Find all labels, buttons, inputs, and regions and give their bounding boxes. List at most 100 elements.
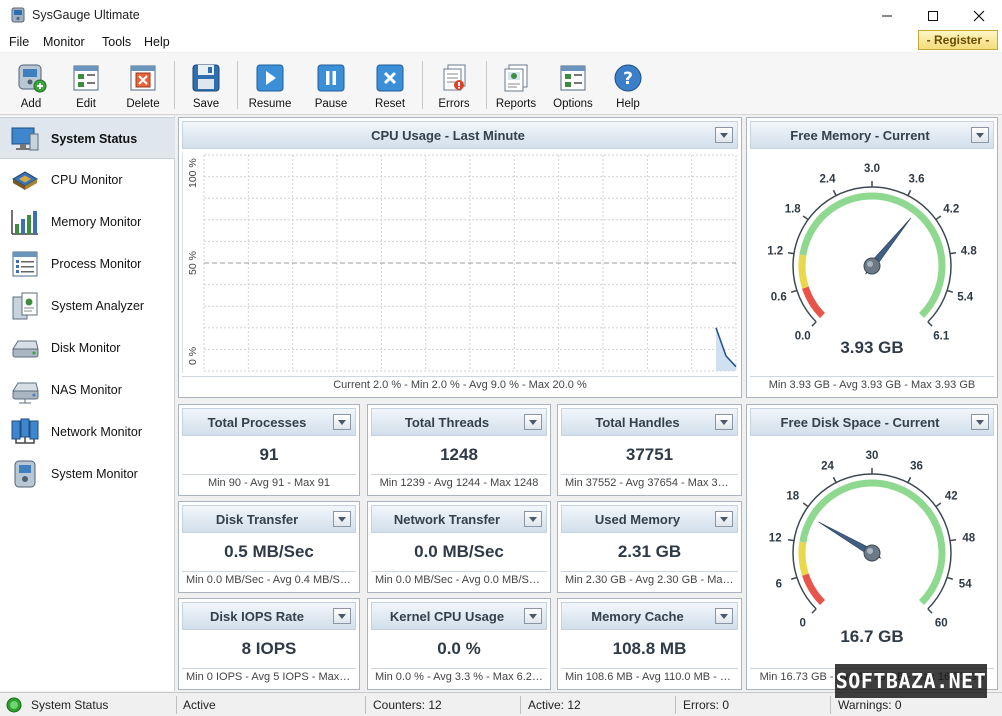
metric-dropdown[interactable] — [524, 511, 542, 527]
window-title: SysGauge Ultimate — [32, 8, 140, 22]
sidebar-item-network-monitor[interactable]: Network Monitor — [0, 411, 175, 453]
metric-footer: Min 1239 - Avg 1244 - Max 1248 — [371, 474, 547, 492]
reset-icon — [376, 64, 404, 92]
free-disk-title: Free Disk Space - Current — [780, 415, 940, 430]
sidebar-item-disk-monitor[interactable]: Disk Monitor — [0, 327, 175, 369]
metric-header: Total Threads — [371, 408, 547, 436]
metric-dropdown[interactable] — [333, 414, 351, 430]
gauge-tick-label: 5.4 — [957, 291, 974, 303]
gauge-tick-label: 12 — [769, 533, 782, 545]
edit-button[interactable]: Edit — [58, 57, 114, 113]
menu-file[interactable]: File — [9, 35, 29, 49]
errors-button[interactable]: Errors — [426, 57, 482, 113]
gauge-outer-arc — [792, 473, 952, 610]
metric-tile: Used Memory 2.31 GB Min 2.30 GB - Avg 2.… — [557, 501, 742, 593]
menu-monitor[interactable]: Monitor — [43, 35, 85, 49]
metric-dropdown[interactable] — [524, 608, 542, 624]
save-icon — [192, 64, 220, 92]
metric-dropdown[interactable] — [715, 608, 733, 624]
gauge-tick — [790, 576, 798, 580]
monitor-icon — [11, 127, 39, 151]
maximize-button[interactable] — [910, 0, 956, 32]
help-icon: ? — [614, 64, 642, 92]
pause-icon — [317, 64, 345, 92]
sidebar-item-system-status[interactable]: System Status — [0, 117, 175, 159]
save-button[interactable]: Save — [178, 57, 234, 113]
metric-dropdown[interactable] — [333, 511, 351, 527]
metric-dropdown[interactable] — [524, 414, 542, 430]
metric-dropdown[interactable] — [333, 608, 351, 624]
free-disk-dropdown[interactable] — [971, 414, 989, 430]
free-disk-header: Free Disk Space - Current — [750, 408, 994, 436]
add-button[interactable]: Add — [3, 57, 59, 113]
toolbar-separator — [237, 61, 238, 109]
free-memory-header: Free Memory - Current — [750, 121, 994, 149]
minimize-button[interactable] — [864, 0, 910, 32]
close-icon — [973, 10, 985, 22]
resume-button[interactable]: Resume — [242, 57, 298, 113]
status-errors: Errors: 0 — [683, 698, 730, 712]
sidebar: System Status CPU Monitor Memory Monitor… — [0, 116, 175, 691]
gauge-tick-label: 4.2 — [943, 203, 959, 215]
metric-value: 0.0 MB/Sec — [414, 542, 504, 561]
gauge-tick — [927, 608, 933, 614]
metric-tile: Network Transfer 0.0 MB/Sec Min 0.0 MB/S… — [367, 501, 551, 593]
sidebar-item-process-monitor[interactable]: Process Monitor — [0, 243, 175, 285]
sidebar-item-label: Process Monitor — [51, 257, 142, 271]
status-active: Active: 12 — [528, 698, 581, 712]
watermark: SOFTBAZA.NET — [835, 664, 987, 698]
toolbar-separator — [174, 61, 175, 109]
register-button[interactable]: - Register - — [918, 30, 998, 50]
metric-value: 0.5 MB/Sec — [224, 542, 314, 561]
reports-button[interactable]: Reports — [488, 57, 544, 113]
status-separator — [365, 696, 366, 714]
gauge-tick — [802, 215, 809, 221]
menu-tools[interactable]: Tools — [102, 35, 131, 49]
title-bar: SysGauge Ultimate — [0, 0, 1002, 32]
delete-button[interactable]: Delete — [115, 57, 171, 113]
sidebar-item-label: System Status — [51, 132, 138, 146]
reset-button[interactable]: Reset — [362, 57, 418, 113]
sidebar-item-system-monitor[interactable]: System Monitor — [0, 453, 175, 495]
help-button[interactable]: ? Help — [600, 57, 656, 113]
sidebar-item-label: Network Monitor — [51, 425, 142, 439]
gauge-tick — [811, 321, 817, 327]
sidebar-item-cpu-monitor[interactable]: CPU Monitor — [0, 159, 175, 201]
free-memory-dropdown[interactable] — [971, 127, 989, 143]
toolbar: Add Edit Delete Save Resume Pause Reset … — [0, 53, 1002, 115]
gauge-tick — [949, 251, 957, 255]
y-tick-label: 100 % — [187, 158, 199, 188]
status-separator — [675, 696, 676, 714]
metric-header: Kernel CPU Usage — [371, 602, 547, 630]
status-separator — [176, 696, 177, 714]
metric-value: 0.0 % — [437, 639, 481, 658]
metric-footer: Min 0.0 MB/Sec - Avg 0.4 MB/Sec - Max 2.… — [182, 571, 356, 589]
sidebar-item-memory-monitor[interactable]: Memory Monitor — [0, 201, 175, 243]
metric-header: Memory Cache — [561, 602, 738, 630]
metric-title: Disk IOPS Rate — [210, 609, 304, 624]
sidebar-item-system-analyzer[interactable]: System Analyzer — [0, 285, 175, 327]
gauge-tick — [935, 502, 942, 508]
sidebar-item-nas-monitor[interactable]: NAS Monitor — [0, 369, 175, 411]
close-button[interactable] — [956, 0, 1002, 32]
metric-dropdown[interactable] — [715, 511, 733, 527]
metric-dropdown[interactable] — [715, 414, 733, 430]
edit-label: Edit — [76, 98, 96, 110]
options-button[interactable]: Options — [545, 57, 601, 113]
free-disk-value: 16.7 GB — [840, 627, 904, 646]
errors-label: Errors — [438, 98, 470, 110]
reports-icon — [504, 64, 528, 92]
metric-value: 8 IOPS — [241, 639, 297, 658]
cpu-grid — [203, 154, 737, 372]
gauge-tick-label: 48 — [962, 533, 975, 545]
pause-button[interactable]: Pause — [303, 57, 359, 113]
metric-tile: Memory Cache 108.8 MB Min 108.6 MB - Avg… — [557, 598, 742, 690]
delete-label: Delete — [126, 98, 160, 110]
minimize-icon — [882, 15, 892, 17]
cpu-usage-dropdown[interactable] — [715, 127, 733, 143]
metric-tile: Total Processes 91 Min 90 - Avg 91 - Max… — [178, 404, 360, 496]
status-state: Active — [183, 698, 216, 712]
status-separator — [520, 696, 521, 714]
menu-help[interactable]: Help — [144, 35, 170, 49]
status-warnings: Warnings: 0 — [838, 698, 902, 712]
